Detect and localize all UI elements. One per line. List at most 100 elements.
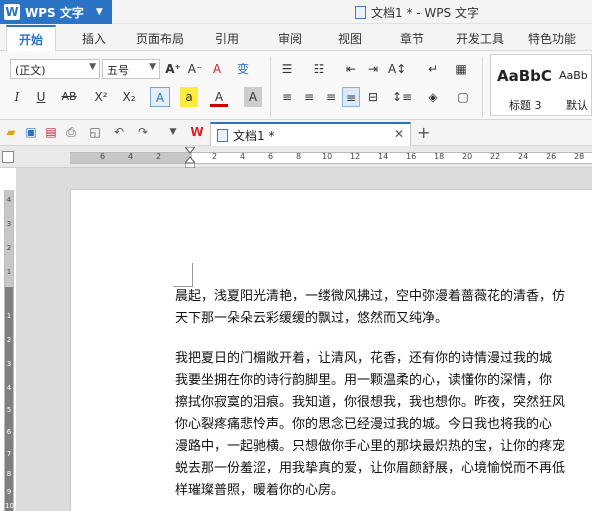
open-folder-icon[interactable]: ▰ (4, 125, 18, 139)
ruler-number: 1 (6, 268, 12, 276)
ruler-number: 7 (6, 450, 12, 458)
ruler-number: 26 (546, 152, 557, 161)
ruler-number: 20 (462, 152, 473, 161)
text-line: 擦拭你寂寞的泪痕。我知道，你很想我，我也想你。昨夜，突然狂风 (175, 395, 566, 410)
clear-format-icon[interactable]: A (208, 59, 226, 79)
ruler-number: 4 (6, 384, 12, 392)
ruler-number: 4 (240, 152, 246, 161)
ruler-number: 12 (350, 152, 361, 161)
ribbon-tabs: 开始 插入 页面布局 引用 审阅 视图 章节 开发工具 特色功能 (0, 24, 592, 52)
tab-references[interactable]: 引用 (215, 30, 239, 47)
style-preview-default: AaBb (559, 69, 588, 82)
shrink-font-icon[interactable]: A⁻ (186, 59, 204, 79)
style-label-default: 默认 (566, 99, 588, 112)
text-line: 我要坐拥在你的诗行韵脚里。用一颗温柔的心，读懂你的深情，你 (175, 373, 553, 388)
align-left-icon[interactable]: ≡ (278, 87, 296, 107)
document-icon (355, 6, 366, 19)
font-name-select[interactable]: (正文) ▼ (10, 59, 100, 79)
print-icon[interactable]: ⎙ (64, 125, 78, 139)
subscript-icon[interactable]: X₂ (120, 87, 138, 107)
chevron-down-icon: ▼ (89, 62, 96, 72)
ruler-number: 28 (574, 152, 585, 161)
window-title: 文档1 * - WPS 文字 (355, 4, 479, 21)
ruler-number: 2 (212, 152, 218, 161)
tab-review[interactable]: 审阅 (278, 30, 302, 47)
export-pdf-icon[interactable]: ▤ (44, 125, 58, 139)
ruler-number: 2 (6, 336, 12, 344)
chevron-down-icon: ▼ (95, 7, 103, 17)
tab-view[interactable]: 视图 (338, 30, 362, 47)
print-preview-icon[interactable]: ◱ (88, 125, 102, 139)
font-color-icon[interactable]: A (210, 87, 228, 107)
wps-logo-icon: W (4, 4, 20, 20)
font-name-value: (正文) (15, 64, 46, 77)
undo-icon[interactable]: ↶ (112, 125, 126, 139)
style-preview-heading: AaBbC (497, 67, 552, 85)
tab-insert[interactable]: 插入 (82, 30, 106, 47)
tab-developer[interactable]: 开发工具 (456, 30, 504, 47)
ruler-number: 4 (6, 196, 12, 204)
underline-icon[interactable]: U (32, 87, 50, 107)
tab-home[interactable]: 开始 (6, 25, 57, 52)
ruler-number: 6 (100, 152, 106, 161)
tab-sections[interactable]: 章节 (400, 30, 424, 47)
wps-app-menu-button[interactable]: W WPS 文字 ▼ (0, 0, 112, 24)
borders-icon[interactable]: ▢ (454, 87, 472, 107)
styles-gallery[interactable]: AaBbC AaBb 标题 3 默认 (490, 54, 592, 116)
highlight-icon[interactable]: a (180, 87, 198, 107)
italic-icon[interactable]: I (8, 87, 26, 107)
horizontal-ruler[interactable]: 6 4 2 2 4 6 8 10 12 14 16 18 20 22 24 26… (70, 152, 592, 164)
line-spacing-icon[interactable]: ↕≡ (392, 87, 412, 107)
superscript-icon[interactable]: X² (92, 87, 110, 107)
text-effect-icon[interactable]: A (150, 87, 170, 107)
justify-icon[interactable]: ≡ (342, 87, 360, 107)
align-right-icon[interactable]: ≡ (322, 87, 340, 107)
paragraph-shading-icon[interactable]: ◈ (424, 87, 442, 107)
bullet-list-icon[interactable]: ☰ (278, 59, 296, 79)
chevron-down-icon: ▼ (149, 62, 156, 72)
ruler-number: 3 (6, 360, 12, 368)
wps-home-icon[interactable]: W (190, 125, 204, 139)
font-size-select[interactable]: 五号 ▼ (102, 59, 160, 79)
redo-icon[interactable]: ↷ (136, 125, 150, 139)
distributed-align-icon[interactable]: ⊟ (364, 87, 382, 107)
text-line: 晨起，浅夏阳光清艳，一缕微风拂过，空中弥漫着蔷薇花的清香，仿 (175, 289, 566, 304)
show-marks-icon[interactable]: ↵ (424, 59, 442, 79)
ruler-number: 6 (6, 428, 12, 436)
ribbon-toolbar: (正文) ▼ 五号 ▼ A⁺ A⁻ A 变 I U AB X² X₂ A a A… (0, 51, 592, 120)
char-shading-icon[interactable]: A (244, 87, 262, 107)
style-label-heading-3: 标题 3 (509, 99, 542, 112)
window-title-text: 文档1 * - WPS 文字 (371, 6, 479, 20)
text-line: 漫路中，一起驰横。只想做你手心里的那块最炽热的宝，让你的疼宠 (175, 439, 566, 454)
ruler-number: 2 (156, 152, 162, 161)
vertical-ruler[interactable]: 4 3 2 1 1 2 3 4 5 6 7 8 9 10 (4, 190, 14, 511)
save-icon[interactable]: ▣ (24, 125, 38, 139)
close-icon[interactable]: ✕ (394, 127, 404, 141)
ruler-number: 9 (6, 488, 12, 496)
grow-font-icon[interactable]: A⁺ (164, 59, 182, 79)
phonetic-guide-icon[interactable]: 变 (234, 59, 252, 79)
indent-marker-icon[interactable] (185, 147, 195, 169)
chevron-down-icon[interactable]: ▼ (166, 125, 180, 139)
text-line: 样璀璨普照，暖着你的心房。 (175, 483, 345, 498)
document-tab-label: 文档1 * (233, 128, 275, 143)
paragraph-1[interactable]: 晨起，浅夏阳光清艳，一缕微风拂过，空中弥漫着蔷薇花的清香，仿 天下那一朵朵云彩缓… (175, 286, 565, 330)
align-center-icon[interactable]: ≡ (300, 87, 318, 107)
document-tab[interactable]: 文档1 * ✕ (210, 122, 411, 146)
document-icon (217, 128, 228, 142)
tab-selector-icon[interactable] (2, 151, 14, 163)
paragraph-2[interactable]: 我把夏日的门楣敞开着，让清风，花香，还有你的诗情漫过我的城 我要坐拥在你的诗行韵… (175, 348, 565, 502)
text-line: 天下那一朵朵云彩缓缓的飘过，悠然而又纯净。 (175, 311, 449, 326)
decrease-indent-icon[interactable]: ⇤ (342, 59, 360, 79)
numbered-list-icon[interactable]: ☷ (310, 59, 328, 79)
tab-features[interactable]: 特色功能 (528, 30, 576, 47)
ruler-number: 3 (6, 220, 12, 228)
ruler-number: 22 (490, 152, 501, 161)
divider (270, 57, 271, 117)
new-tab-icon[interactable]: + (417, 123, 430, 142)
strikethrough-icon[interactable]: AB (60, 87, 78, 107)
table-icon[interactable]: ▦ (452, 59, 470, 79)
increase-indent-icon[interactable]: ⇥ (364, 59, 382, 79)
sort-icon[interactable]: A↕ (388, 59, 406, 79)
tab-page-layout[interactable]: 页面布局 (136, 30, 184, 47)
